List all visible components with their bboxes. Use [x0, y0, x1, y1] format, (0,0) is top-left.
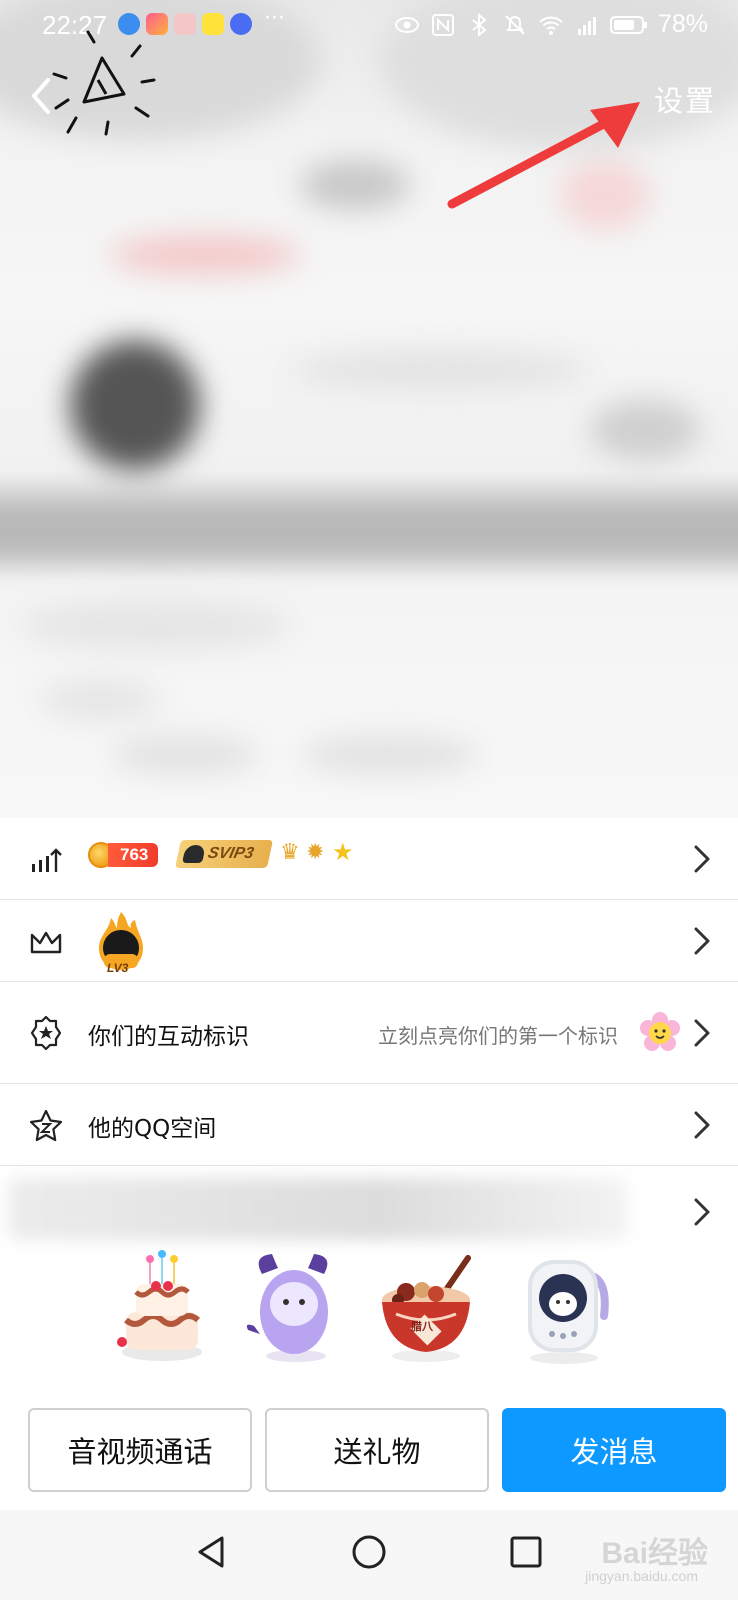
chevron-right-icon [694, 1198, 710, 1226]
purple-monster-gift-icon[interactable] [240, 1250, 340, 1368]
qzone-star-icon [29, 1109, 63, 1142]
flower-emoji-icon [640, 1012, 680, 1051]
music-app-icon [230, 13, 252, 35]
qq-level-row[interactable]: LV3 [0, 900, 738, 982]
watermark-logo: Bai经验 [601, 1537, 708, 1570]
interaction-mark-row[interactable]: 你们的互动标识 立刻点亮你们的第一个标识 [0, 982, 738, 1084]
penguin-icon [182, 845, 206, 863]
svip-label: SVIP3 [206, 845, 256, 862]
watermark-url: jingyan.baidu.com [585, 1568, 698, 1584]
blurred-row[interactable] [0, 1166, 738, 1254]
wifi-icon [539, 16, 563, 35]
gift-shelf: 腊八 [0, 1250, 738, 1378]
battery-percent: 78% [657, 10, 708, 38]
send-gift-button[interactable]: 送礼物 [265, 1408, 489, 1492]
porridge-label: 腊八 [411, 1320, 433, 1333]
interaction-mark-label: 你们的互动标识 [88, 1024, 249, 1050]
mute-bell-icon [505, 14, 525, 35]
star-level-icon: ★ [332, 838, 354, 866]
chevron-right-icon [694, 1111, 710, 1139]
action-bar: 音视频通话 送礼物 发消息 [0, 1406, 738, 1492]
qzone-label: 他的QQ空间 [88, 1116, 217, 1142]
chevron-right-icon [694, 927, 710, 955]
nav-home-icon[interactable] [349, 1532, 389, 1572]
store-app-icon [174, 13, 196, 35]
annotation-arrow [447, 102, 640, 209]
video-call-button[interactable]: 音视频通话 [28, 1408, 252, 1492]
chevron-right-icon [694, 845, 710, 873]
status-right-icons: 78% [394, 10, 708, 39]
coin-badge: 763 [88, 842, 159, 868]
chevron-right-icon [694, 1019, 710, 1047]
svip-badge: SVIP3 [175, 840, 273, 868]
nav-back-icon[interactable] [192, 1532, 232, 1572]
profile-list: 763 SVIP3 ♛ ✹ ★ LV3 你们的互动标识 立刻点亮你们的第一个标识 [0, 818, 738, 1254]
profile-header-blurred: 22:27 ··· 78% 设置 [0, 0, 738, 818]
send-message-button[interactable]: 发消息 [502, 1408, 726, 1492]
laba-porridge-gift-icon[interactable] [376, 1250, 476, 1368]
bluetooth-icon [472, 12, 487, 37]
crown-level-icon: ♛ [280, 840, 300, 865]
nav-recents-icon[interactable] [506, 1532, 546, 1572]
status-more-icon: ··· [264, 6, 285, 31]
qzone-row[interactable]: 他的QQ空间 [0, 1084, 738, 1166]
settings-button[interactable]: 设置 [654, 78, 716, 120]
coin-count: 763 [108, 843, 159, 867]
sun-doodle-annotation [52, 30, 156, 136]
signal-icon [577, 16, 596, 35]
eye-icon [394, 16, 419, 33]
blurred-content [8, 1178, 628, 1240]
level-row[interactable]: 763 SVIP3 ♛ ✹ ★ [0, 818, 738, 900]
interaction-mark-hint: 立刻点亮你们的第一个标识 [378, 1024, 618, 1048]
astronaut-backpack-gift-icon[interactable] [514, 1250, 614, 1368]
crown-icon [30, 931, 62, 954]
nfc-icon [431, 13, 454, 36]
badge-star-icon [30, 1015, 62, 1051]
lv-badge-text: LV3 [107, 961, 129, 975]
level-chart-icon [32, 848, 62, 872]
cake-gift-icon[interactable] [112, 1250, 212, 1368]
xianyu-app-icon [202, 13, 224, 35]
battery-icon [609, 15, 647, 34]
sun-level-icon: ✹ [306, 840, 325, 865]
